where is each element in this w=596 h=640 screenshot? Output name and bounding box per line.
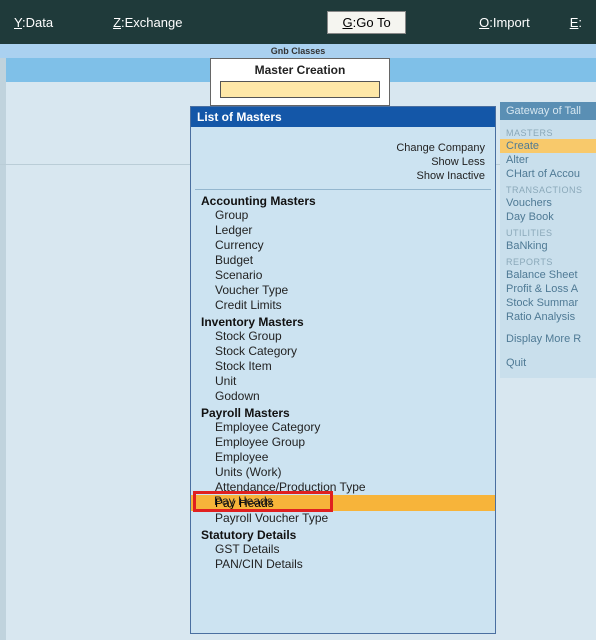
action-show-inactive[interactable]: Show Inactive bbox=[191, 169, 485, 183]
menu-data[interactable]: Y:Data bbox=[4, 11, 63, 34]
menu-exchange[interactable]: Z:Exchange bbox=[103, 11, 192, 34]
gateway-title: Gateway of Tall bbox=[500, 102, 596, 120]
menu-extra[interactable]: E: bbox=[560, 11, 592, 34]
sidebar-item-daybook[interactable]: Day Book bbox=[506, 210, 590, 224]
action-show-less[interactable]: Show Less bbox=[191, 155, 485, 169]
gateway-sidebar: Gateway of Tall MASTERS Create Alter CHa… bbox=[500, 102, 596, 378]
menu-goto[interactable]: G:Go To bbox=[327, 11, 405, 34]
sidebar-item-balsheet[interactable]: Balance Sheet bbox=[506, 268, 590, 282]
item-group[interactable]: Group bbox=[197, 208, 495, 223]
sidebar-item-banking[interactable]: BaNking bbox=[506, 239, 590, 253]
sidebar-hdr-trans: TRANSACTIONS bbox=[506, 181, 590, 196]
item-voucher-type[interactable]: Voucher Type bbox=[197, 283, 495, 298]
cat-inventory: Inventory Masters bbox=[197, 313, 495, 329]
item-gst-details[interactable]: GST Details bbox=[197, 542, 495, 557]
sidebar-item-alter[interactable]: Alter bbox=[506, 153, 590, 167]
sidebar-item-ratio[interactable]: Ratio Analysis bbox=[506, 310, 590, 324]
highlight-red-box: Pay Heads bbox=[193, 491, 333, 512]
item-units-work[interactable]: Units (Work) bbox=[197, 465, 495, 480]
list-of-masters-title: List of Masters bbox=[191, 107, 495, 127]
item-employee[interactable]: Employee bbox=[197, 450, 495, 465]
sidebar-item-chart[interactable]: CHart of Accou bbox=[506, 167, 590, 181]
item-currency[interactable]: Currency bbox=[197, 238, 495, 253]
top-menubar: Y:Data Z:Exchange G:Go To O:Import E: bbox=[0, 0, 596, 44]
sidebar-item-stocksum[interactable]: Stock Summar bbox=[506, 296, 590, 310]
lom-top-actions: Change Company Show Less Show Inactive bbox=[191, 127, 495, 187]
sidebar-item-create[interactable]: Create bbox=[500, 139, 596, 153]
item-unit[interactable]: Unit bbox=[197, 374, 495, 389]
item-emp-group[interactable]: Employee Group bbox=[197, 435, 495, 450]
item-stock-group[interactable]: Stock Group bbox=[197, 329, 495, 344]
sidebar-item-quit[interactable]: Quit bbox=[506, 356, 590, 370]
item-pay-heads-label: Pay Heads bbox=[214, 494, 273, 508]
item-credit-limits[interactable]: Credit Limits bbox=[197, 298, 495, 313]
item-budget[interactable]: Budget bbox=[197, 253, 495, 268]
sidebar-item-display-more[interactable]: Display More R bbox=[506, 332, 590, 346]
master-creation-input[interactable] bbox=[220, 81, 380, 98]
master-creation-title: Master Creation bbox=[211, 63, 389, 77]
item-payroll-voucher-type[interactable]: Payroll Voucher Type bbox=[197, 511, 495, 526]
cat-accounting: Accounting Masters bbox=[197, 192, 495, 208]
item-stock-category[interactable]: Stock Category bbox=[197, 344, 495, 359]
master-creation-panel: Master Creation bbox=[210, 58, 390, 106]
item-pan-cin-details[interactable]: PAN/CIN Details bbox=[197, 557, 495, 572]
sidebar-hdr-masters: MASTERS bbox=[506, 124, 590, 139]
list-of-masters-panel: List of Masters Change Company Show Less… bbox=[190, 106, 496, 634]
item-godown[interactable]: Godown bbox=[197, 389, 495, 404]
action-change-company[interactable]: Change Company bbox=[191, 141, 485, 155]
item-ledger[interactable]: Ledger bbox=[197, 223, 495, 238]
menu-import[interactable]: O:Import bbox=[469, 11, 540, 34]
item-scenario[interactable]: Scenario bbox=[197, 268, 495, 283]
sidebar-item-vouchers[interactable]: Vouchers bbox=[506, 196, 590, 210]
item-emp-category[interactable]: Employee Category bbox=[197, 420, 495, 435]
sidebar-hdr-util: UTILITIES bbox=[506, 224, 590, 239]
cat-payroll: Payroll Masters bbox=[197, 404, 495, 420]
sidebar-hdr-reports: REPORTS bbox=[506, 253, 590, 268]
item-stock-item[interactable]: Stock Item bbox=[197, 359, 495, 374]
substrip-label: Gnb Classes bbox=[0, 44, 596, 58]
sidebar-item-pl[interactable]: Profit & Loss A bbox=[506, 282, 590, 296]
cat-statutory: Statutory Details bbox=[197, 526, 495, 542]
